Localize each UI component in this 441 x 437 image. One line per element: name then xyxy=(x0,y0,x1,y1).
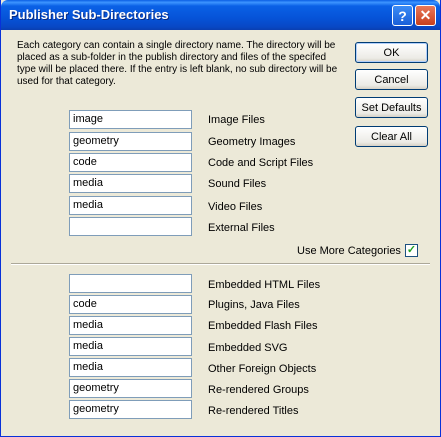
image-files-input[interactable]: image xyxy=(69,110,192,129)
external-files-label: External Files xyxy=(208,222,275,234)
publisher-subdirectories-dialog: Publisher Sub-Directories ? ✕ Each categ… xyxy=(0,0,441,437)
embedded-flash-files-input[interactable]: media xyxy=(69,316,192,335)
external-files-input[interactable] xyxy=(69,217,192,236)
help-button[interactable]: ? xyxy=(392,5,413,26)
sound-files-label: Sound Files xyxy=(208,178,267,190)
embedded-html-files-input[interactable] xyxy=(69,274,192,293)
window-title: Publisher Sub-Directories xyxy=(9,7,169,22)
video-files-input[interactable]: media xyxy=(69,196,192,215)
cancel-button[interactable]: Cancel xyxy=(355,69,428,90)
code-script-files-input[interactable]: code xyxy=(69,153,192,172)
rerendered-titles-label: Re-rendered Titles xyxy=(208,405,299,417)
embedded-flash-files-label: Embedded Flash Files xyxy=(208,320,318,332)
use-more-categories-checkbox[interactable]: ✓ xyxy=(405,244,418,257)
set-defaults-button[interactable]: Set Defaults xyxy=(355,97,428,118)
close-icon: ✕ xyxy=(419,7,432,23)
ok-button[interactable]: OK xyxy=(355,42,428,63)
rerendered-groups-label: Re-rendered Groups xyxy=(208,384,309,396)
sound-files-input[interactable]: media xyxy=(69,174,192,193)
embedded-svg-label: Embedded SVG xyxy=(208,342,288,354)
description-text: Each category can contain a single direc… xyxy=(17,40,338,87)
help-icon: ? xyxy=(398,7,407,24)
video-files-label: Video Files xyxy=(208,201,263,213)
clear-all-button[interactable]: Clear All xyxy=(355,126,428,147)
embedded-html-files-label: Embedded HTML Files xyxy=(208,279,321,291)
close-button[interactable]: ✕ xyxy=(415,5,436,26)
image-files-label: Image Files xyxy=(208,114,265,126)
use-more-categories-label: Use More Categories xyxy=(297,245,401,257)
other-foreign-objects-input[interactable]: media xyxy=(69,358,192,377)
geometry-images-input[interactable]: geometry xyxy=(69,132,192,151)
geometry-images-label: Geometry Images xyxy=(208,136,296,148)
rerendered-groups-input[interactable]: geometry xyxy=(69,379,192,398)
title-bar[interactable]: Publisher Sub-Directories ? ✕ xyxy=(1,0,440,30)
checkmark-icon: ✓ xyxy=(406,244,417,256)
plugins-java-files-input[interactable]: code xyxy=(69,295,192,314)
embedded-svg-input[interactable]: media xyxy=(69,337,192,356)
rerendered-titles-input[interactable]: geometry xyxy=(69,400,192,419)
code-script-files-label: Code and Script Files xyxy=(208,157,314,169)
other-foreign-objects-label: Other Foreign Objects xyxy=(208,363,317,375)
plugins-java-files-label: Plugins, Java Files xyxy=(208,299,300,311)
separator xyxy=(11,263,430,265)
